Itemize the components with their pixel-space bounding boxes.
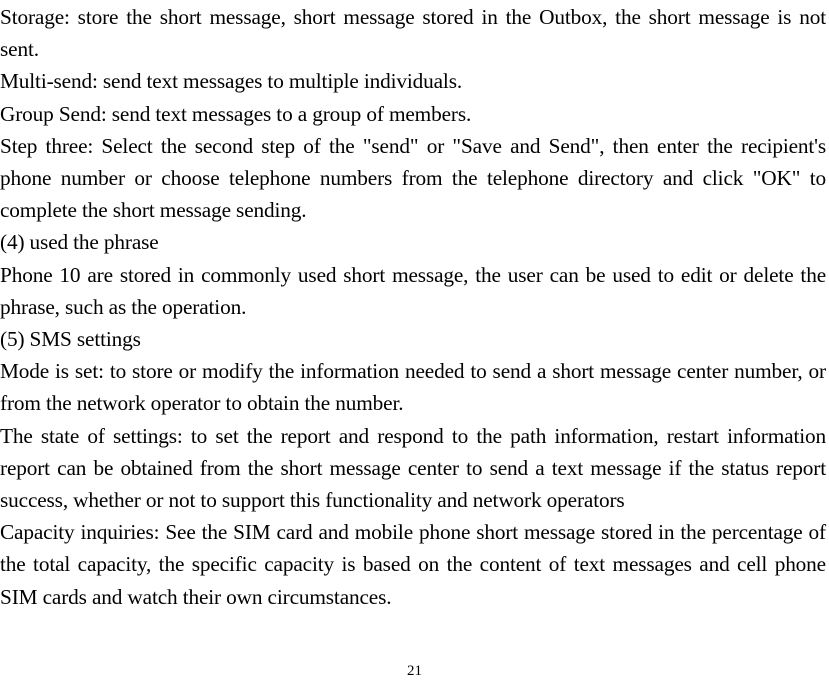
page-number: 21 [407, 663, 422, 679]
paragraph-group-send: Group Send: send text messages to a grou… [0, 101, 472, 126]
paragraph-storage: Storage: store the short message, short … [0, 5, 826, 62]
section-heading-sms-settings: (5) SMS settings [0, 327, 141, 352]
paragraph-multi-send: Multi-send: send text messages to multip… [0, 69, 463, 94]
section-heading-used-phrase: (4) used the phrase [0, 230, 159, 255]
paragraph-phrase-description: Phone 10 are stored in commonly used sho… [0, 262, 826, 319]
paragraph-capacity-inquiries: Capacity inquiries: See the SIM card and… [0, 520, 826, 609]
document-page: Storage: store the short message, short … [0, 0, 826, 613]
paragraph-mode-set: Mode is set: to store or modify the info… [0, 359, 826, 416]
paragraph-state-of-settings: The state of settings: to set the report… [0, 423, 826, 513]
paragraph-step-three: Step three: Select the second step of th… [0, 133, 826, 223]
